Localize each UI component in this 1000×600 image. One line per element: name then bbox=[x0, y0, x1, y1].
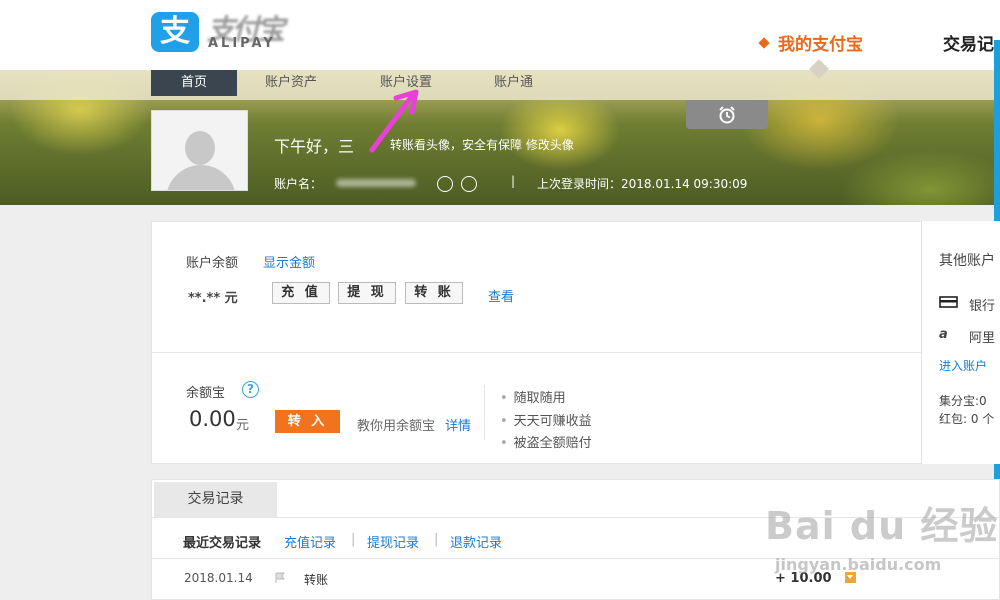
last-login-label: 上次登录时间： bbox=[537, 177, 622, 191]
baidu-watermark-logo: Bai du 经验 bbox=[765, 504, 999, 548]
greeting-text: 下午好，三 bbox=[274, 137, 355, 156]
jifenbao[interactable]: 集分宝:0 bbox=[939, 392, 987, 409]
vertical-divider bbox=[484, 385, 485, 440]
avatar[interactable] bbox=[151, 110, 248, 191]
balance-label: 账户余额 bbox=[186, 256, 239, 271]
alarm-clock-icon bbox=[719, 106, 735, 124]
subnav-item-account-link[interactable]: 账户通 bbox=[494, 70, 533, 96]
yuebao-amount: 0.00 bbox=[189, 407, 236, 431]
refund-records-link[interactable]: 退款记录 bbox=[450, 532, 502, 551]
flag-icon[interactable] bbox=[274, 572, 286, 584]
account-name-label: 账户名： bbox=[274, 177, 323, 191]
show-amount-link[interactable]: 显示金额 bbox=[263, 252, 315, 271]
transfer-button[interactable]: 转 账 bbox=[405, 282, 463, 304]
withdraw-button[interactable]: 提 现 bbox=[338, 282, 396, 304]
withdraw-records-link[interactable]: 提现记录 bbox=[367, 532, 419, 551]
nav-my-alipay-label: 我的支付宝 bbox=[778, 35, 863, 55]
yuebao-teach: 教你用余额宝 bbox=[357, 419, 436, 434]
tab-transaction-records[interactable]: 交易记录 bbox=[154, 482, 277, 517]
last-login-value: 2018.01.14 09:30:09 bbox=[621, 177, 748, 191]
nav-trade-records[interactable]: 交易记 bbox=[943, 30, 994, 55]
yuebao-detail-link[interactable]: 详情 bbox=[445, 415, 471, 434]
divider bbox=[151, 352, 921, 353]
nav-my-alipay[interactable]: 我的支付宝 bbox=[758, 30, 863, 55]
recharge-records-link[interactable]: 充值记录 bbox=[284, 532, 336, 551]
recent-records-label: 最近交易记录 bbox=[183, 536, 262, 551]
ali-logo-icon: a bbox=[939, 327, 948, 342]
diamond-bullet-icon bbox=[758, 37, 770, 49]
last-login: 上次登录时间：2018.01.14 09:30:09 bbox=[537, 175, 747, 192]
avatar-body-icon bbox=[166, 165, 236, 190]
subnav-item-home[interactable]: 首页 bbox=[151, 70, 237, 96]
phone-bind-icon[interactable] bbox=[461, 176, 477, 192]
bank-card-icon bbox=[939, 296, 958, 308]
link-separator: | bbox=[434, 532, 439, 547]
other-accounts-title: 其他账户 bbox=[939, 253, 995, 269]
separator: | bbox=[511, 174, 516, 188]
ali-account[interactable]: 阿里 bbox=[969, 327, 995, 346]
id-verify-icon[interactable] bbox=[437, 176, 453, 192]
enter-account-link[interactable]: 进入账户 bbox=[939, 357, 987, 374]
subnav-item-assets[interactable]: 账户资产 bbox=[265, 70, 317, 96]
yuebao-unit: 元 bbox=[236, 418, 250, 433]
baidu-watermark-url: jingyan.baidu.com bbox=[775, 555, 942, 574]
feature-item: 随取随用 bbox=[500, 387, 566, 406]
view-link[interactable]: 查看 bbox=[488, 286, 514, 305]
recharge-button[interactable]: 充 值 bbox=[272, 282, 330, 304]
transfer-in-button[interactable]: 转 入 bbox=[275, 410, 340, 433]
feature-item: 被盗全额赔付 bbox=[500, 432, 592, 451]
hongbao[interactable]: 红包: 0 个 bbox=[939, 410, 994, 427]
yuebao-title: 余额宝 bbox=[186, 386, 226, 401]
alipay-logo-icon[interactable]: 支 bbox=[151, 12, 199, 52]
account-name-blurred bbox=[336, 179, 416, 187]
feature-item: 天天可赚收益 bbox=[500, 410, 592, 429]
table-row-date: 2018.01.14 bbox=[184, 571, 253, 585]
logo-en-text: ALIPAY bbox=[208, 36, 276, 51]
help-icon[interactable]: ? bbox=[242, 381, 259, 398]
bank-account[interactable]: 银行 bbox=[969, 295, 995, 314]
annotation-arrow-icon bbox=[369, 89, 419, 153]
balance-amount: **.** 元 bbox=[188, 291, 238, 306]
avatar-head-icon bbox=[185, 131, 215, 165]
link-separator: | bbox=[351, 532, 356, 547]
alarm-clock-tab[interactable] bbox=[686, 100, 768, 129]
table-row-type: 转账 bbox=[304, 573, 329, 587]
